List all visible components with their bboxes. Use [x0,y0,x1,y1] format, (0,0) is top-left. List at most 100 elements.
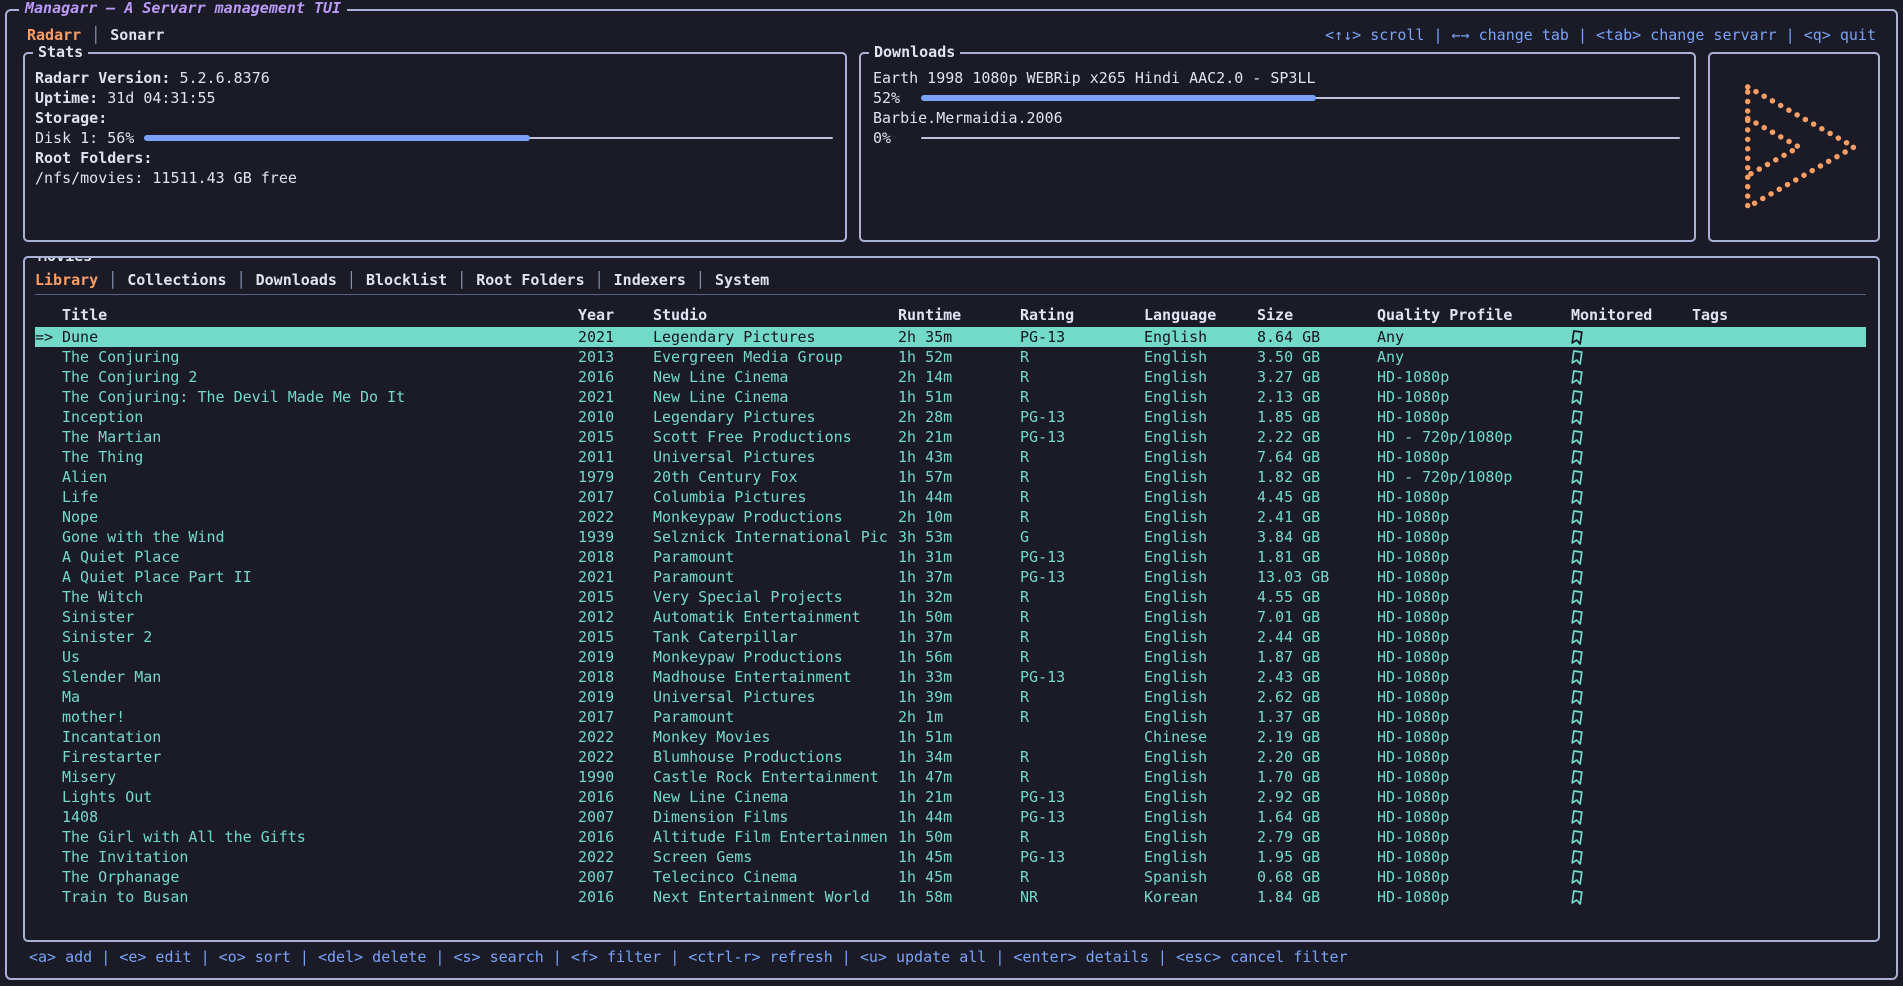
monitored-bookmark-icon [1571,809,1584,826]
table-row[interactable]: =>Dune2021Legendary Pictures2h 35mPG-13E… [35,327,1866,347]
table-row[interactable]: 14082007Dimension Films1h 44mPG-13Englis… [35,807,1866,827]
table-row[interactable]: The Conjuring2013Evergreen Media Group1h… [35,347,1866,367]
cell-runtime: 2h 10m [898,507,1020,527]
table-row[interactable]: Train to Busan2016Next Entertainment Wor… [35,887,1866,907]
cell-size: 4.45 GB [1257,487,1377,507]
cell-quality-profile: HD-1080p [1377,687,1571,707]
cell-size: 1.84 GB [1257,887,1377,907]
cell-tags [1692,547,1866,567]
help-separator: | [291,948,318,966]
row-selection-marker [35,527,62,547]
table-row[interactable]: Lights Out2016New Line Cinema1h 21mPG-13… [35,787,1866,807]
table-row[interactable]: The Conjuring 22016New Line Cinema2h 14m… [35,367,1866,387]
cell-runtime: 1h 43m [898,447,1020,467]
cell-quality-profile: HD-1080p [1377,367,1571,387]
cell-studio: Selznick International Pic [653,527,898,547]
cell-rating: R [1020,707,1144,727]
table-row[interactable]: Incantation2022Monkey Movies1h 51mChines… [35,727,1866,747]
cell-language: English [1144,547,1257,567]
cell-size: 1.87 GB [1257,647,1377,667]
table-row[interactable]: The Girl with All the Gifts2016Altitude … [35,827,1866,847]
table-row[interactable]: Inception2010Legendary Pictures2h 28mPG-… [35,407,1866,427]
disk-usage-bar-fill [144,135,530,141]
cell-tags [1692,447,1866,467]
cell-tags [1692,327,1866,347]
table-row[interactable]: A Quiet Place2018Paramount1h 31mPG-13Eng… [35,547,1866,567]
table-row[interactable]: Sinister2012Automatik Entertainment1h 50… [35,607,1866,627]
stats-storage-label: Storage: [35,108,107,128]
cell-tags [1692,707,1866,727]
help-label: refresh [761,948,833,966]
table-row[interactable]: Slender Man2018Madhouse Entertainment1h … [35,667,1866,687]
table-row[interactable]: A Quiet Place Part II2021Paramount1h 37m… [35,567,1866,587]
cell-tags [1692,367,1866,387]
table-row[interactable]: Ma2019Universal Pictures1h 39mREnglish2.… [35,687,1866,707]
cell-runtime: 2h 1m [898,707,1020,727]
cell-size: 2.22 GB [1257,427,1377,447]
help-key: <enter> [1013,948,1076,966]
monitored-bookmark-icon [1571,729,1584,746]
download-percent: 0% [873,129,921,147]
table-row[interactable]: Nope2022Monkeypaw Productions2h 10mREngl… [35,507,1866,527]
table-row[interactable]: Us2019Monkeypaw Productions1h 56mREnglis… [35,647,1866,667]
column-header-studio: Studio [653,304,898,326]
cell-rating: PG-13 [1020,407,1144,427]
table-row[interactable]: Alien197920th Century Fox1h 57mREnglish1… [35,467,1866,487]
movies-tab-collections[interactable]: Collections [127,271,226,289]
stats-uptime-label: Uptime: [35,88,98,108]
cell-size: 1.70 GB [1257,767,1377,787]
cell-language: English [1144,667,1257,687]
cell-title: The Conjuring [62,347,578,367]
help-key: <q> [1804,26,1831,44]
table-row[interactable]: Life2017Columbia Pictures1h 44mREnglish4… [35,487,1866,507]
cell-studio: Screen Gems [653,847,898,867]
movies-tab-root-folders[interactable]: Root Folders [476,271,584,289]
movies-tab-library[interactable]: Library [35,271,98,289]
help-separator: | [544,948,571,966]
table-row[interactable]: The Orphanage2007Telecinco Cinema1h 45mR… [35,867,1866,887]
row-selection-marker [35,787,62,807]
cell-monitored [1571,507,1692,527]
table-row[interactable]: The Martian2015Scott Free Productions2h … [35,427,1866,447]
servarr-tab-sonarr[interactable]: Sonarr [110,26,164,44]
movies-tab-indexers[interactable]: Indexers [614,271,686,289]
cell-size: 7.64 GB [1257,447,1377,467]
cell-tags [1692,647,1866,667]
cell-size: 3.84 GB [1257,527,1377,547]
cell-year: 1979 [578,467,653,487]
table-row[interactable]: mother!2017Paramount2h 1mREnglish1.37 GB… [35,707,1866,727]
cell-language: English [1144,347,1257,367]
cell-studio: 20th Century Fox [653,467,898,487]
table-row[interactable]: Sinister 22015Tank Caterpillar1h 37mREng… [35,627,1866,647]
cell-studio: New Line Cinema [653,367,898,387]
row-selection-marker [35,767,62,787]
cell-monitored [1571,567,1692,587]
cell-title: mother! [62,707,578,727]
movies-tab-downloads[interactable]: Downloads [256,271,337,289]
cell-rating: R [1020,367,1144,387]
servarr-tab-radarr[interactable]: Radarr [27,26,81,44]
help-key: <f> [571,948,598,966]
monitored-bookmark-icon [1571,749,1584,766]
table-row[interactable]: The Conjuring: The Devil Made Me Do It20… [35,387,1866,407]
cell-size: 1.82 GB [1257,467,1377,487]
row-selection-marker [35,867,62,887]
stats-version-line: Radarr Version: 5.2.6.8376 [35,68,833,88]
movies-tab-blocklist[interactable]: Blocklist [366,271,447,289]
cell-language: English [1144,507,1257,527]
cell-monitored [1571,447,1692,467]
cell-year: 2018 [578,547,653,567]
movies-tab-system[interactable]: System [715,271,769,289]
cell-studio: Universal Pictures [653,447,898,467]
table-row[interactable]: The Thing2011Universal Pictures1h 43mREn… [35,447,1866,467]
cell-quality-profile: Any [1377,347,1571,367]
help-item: <s> search [453,948,543,966]
table-row[interactable]: The Invitation2022Screen Gems1h 45mPG-13… [35,847,1866,867]
cell-year: 2019 [578,687,653,707]
help-separator: | [426,948,453,966]
cell-monitored [1571,367,1692,387]
table-row[interactable]: The Witch2015Very Special Projects1h 32m… [35,587,1866,607]
table-row[interactable]: Gone with the Wind1939Selznick Internati… [35,527,1866,547]
table-row[interactable]: Misery1990Castle Rock Entertainment1h 47… [35,767,1866,787]
table-row[interactable]: Firestarter2022Blumhouse Productions1h 3… [35,747,1866,767]
